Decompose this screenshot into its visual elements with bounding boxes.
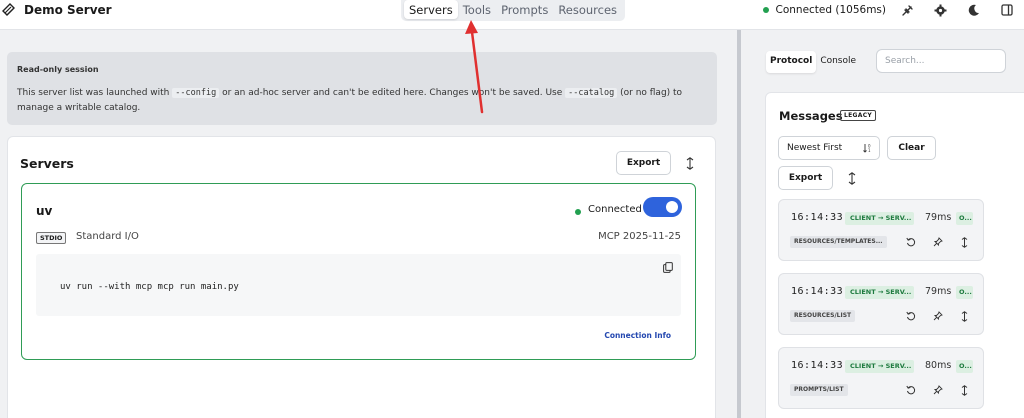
collapse-expand-icon[interactable] (684, 155, 696, 171)
top-bar: Demo Server Servers Tools Prompts Resour… (0, 0, 1024, 30)
server-connection-toggle[interactable] (643, 197, 682, 217)
message-method: PROMPTS/LIST (790, 384, 848, 396)
read-only-text-part: or an ad-hoc server and can't be edited … (222, 88, 563, 98)
servers-panel: Servers Export uv Connected STDIO Standa… (7, 136, 716, 418)
transport-badge: STDIO (36, 232, 67, 244)
collapse-expand-messages-icon[interactable] (846, 170, 858, 186)
copy-icon[interactable] (663, 262, 673, 273)
settings-gear-icon[interactable] (933, 3, 948, 18)
message-time: 16:14:33 (791, 360, 844, 371)
search-input[interactable] (876, 49, 1006, 73)
expand-message-icon[interactable] (958, 236, 970, 248)
tab-prompts[interactable]: Prompts (496, 0, 553, 19)
read-only-text: This server list was launched with --con… (17, 86, 707, 116)
replay-icon[interactable] (905, 384, 917, 396)
message-status-badge: O... (956, 212, 973, 225)
panel-resize-divider[interactable] (737, 30, 741, 418)
replay-icon[interactable] (905, 310, 917, 322)
tab-protocol[interactable]: Protocol (766, 51, 817, 73)
message-time: 16:14:33 (791, 286, 844, 297)
toggle-panel-icon[interactable] (999, 3, 1014, 18)
legacy-badge: LEGACY (840, 110, 877, 121)
expand-message-icon[interactable] (958, 384, 970, 396)
server-status-text: Connected (588, 204, 642, 215)
message-duration: 79ms (925, 212, 952, 223)
tab-console[interactable]: Console (816, 51, 860, 73)
message-time: 16:14:33 (791, 212, 844, 223)
connection-status-text: Connected (1056ms) (775, 4, 887, 16)
server-command: uv run --with mcp mcp run main.py (60, 282, 239, 292)
message-card[interactable]: 16:14:33 CLIENT → SERV... 79ms O... RESO… (778, 273, 984, 335)
export-servers-button[interactable]: Export (616, 151, 671, 175)
disconnect-plug-icon[interactable] (900, 3, 915, 18)
connection-status-dot (762, 7, 769, 13)
message-method: RESOURCES/LIST (790, 310, 856, 322)
config-flag-code: --config (172, 88, 220, 98)
tab-tools[interactable]: Tools (458, 0, 496, 19)
header-actions: Connected (1056ms) (762, 0, 1024, 20)
pin-icon[interactable] (932, 236, 944, 248)
sort-order-select[interactable]: Newest First 0 1 (778, 136, 880, 160)
expand-message-icon[interactable] (958, 310, 970, 322)
pin-icon[interactable] (932, 384, 944, 396)
protocol-version: MCP 2025-11-25 (598, 231, 681, 242)
sort-order-value: Newest First (787, 143, 843, 153)
message-status-badge: O... (956, 360, 973, 373)
right-panel-tabs: Protocol Console (766, 51, 860, 73)
main-tabs: Servers Tools Prompts Resources (401, 0, 626, 21)
sort-order-icon: 0 1 (863, 144, 871, 153)
message-card[interactable]: 16:14:33 CLIENT → SERV... 79ms O... RESO… (778, 199, 984, 261)
command-box: uv run --with mcp mcp run main.py (36, 254, 681, 316)
message-status-badge: O... (956, 286, 973, 299)
server-status-dot (575, 209, 581, 215)
toggle-knob (666, 201, 678, 213)
message-card[interactable]: 16:14:33 CLIENT → SERV... 80ms O... PROM… (778, 347, 984, 409)
message-duration: 80ms (925, 360, 952, 371)
message-duration: 79ms (925, 286, 952, 297)
tab-resources[interactable]: Resources (553, 0, 622, 19)
catalog-flag-code: --catalog (565, 88, 618, 98)
app-title: Demo Server (24, 3, 112, 17)
export-messages-button[interactable]: Export (778, 166, 833, 190)
message-direction-badge: CLIENT → SERV... (845, 360, 914, 373)
svg-text:1: 1 (868, 148, 871, 153)
read-only-title: Read-only session (17, 65, 99, 74)
clear-messages-button[interactable]: Clear (887, 136, 936, 160)
messages-title: Messages (779, 109, 843, 123)
server-card[interactable]: uv Connected STDIO Standard I/O MCP 2025… (21, 183, 696, 360)
servers-title: Servers (20, 156, 74, 171)
message-direction-badge: CLIENT → SERV... (845, 212, 914, 225)
app-logo-icon (2, 3, 15, 16)
message-method: RESOURCES/TEMPLATES... (790, 236, 887, 248)
dark-mode-moon-icon[interactable] (966, 3, 981, 18)
message-direction-badge: CLIENT → SERV... (845, 286, 914, 299)
tab-servers[interactable]: Servers (404, 0, 458, 19)
pin-icon[interactable] (932, 310, 944, 322)
replay-icon[interactable] (905, 236, 917, 248)
read-only-notice: Read-only session This server list was l… (7, 52, 717, 125)
transport-label: Standard I/O (76, 231, 139, 242)
messages-panel: Messages LEGACY Newest First 0 1 Clear E… (765, 92, 1024, 418)
read-only-text-part: This server list was launched with (17, 88, 170, 98)
connection-info-link[interactable]: Connection Info (604, 331, 671, 340)
server-name: uv (36, 204, 53, 218)
